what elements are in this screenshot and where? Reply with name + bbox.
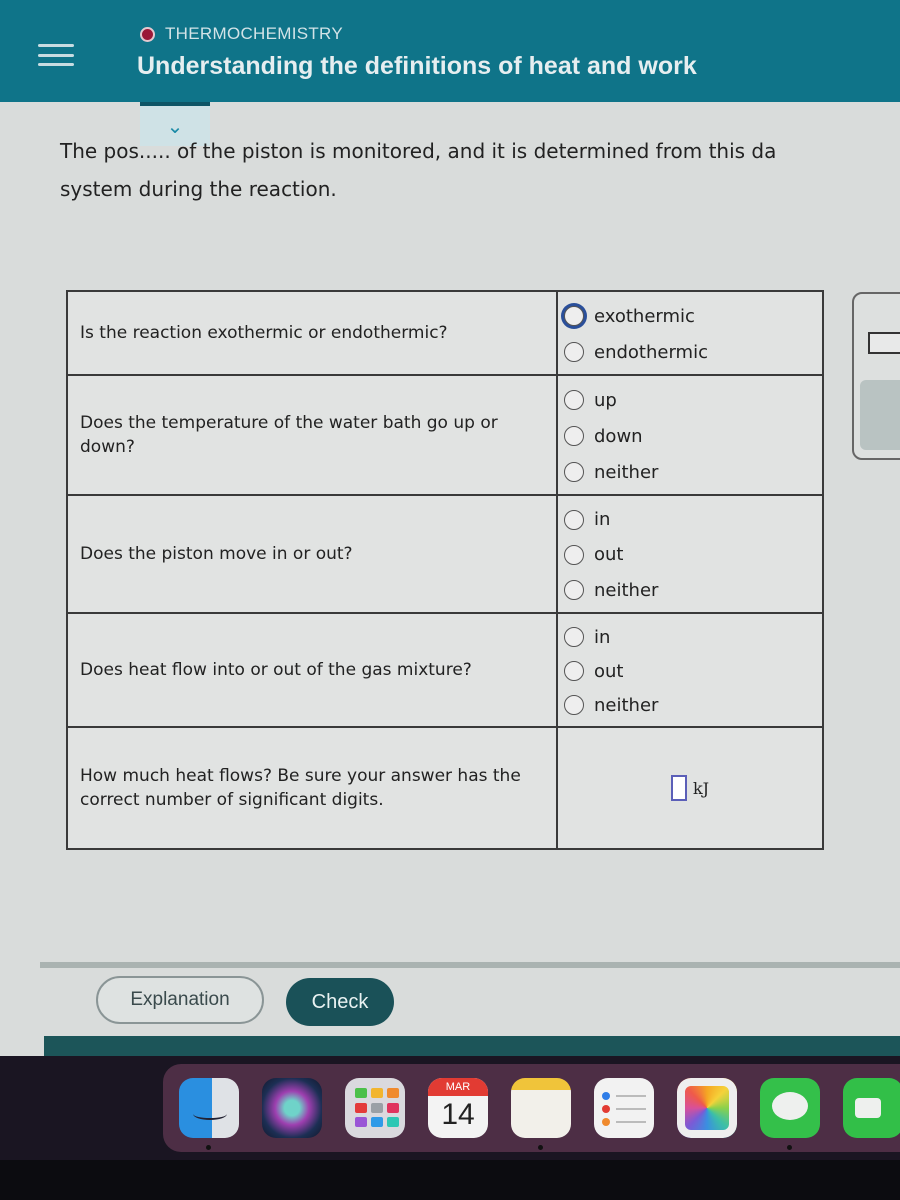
answer-options: up down neither xyxy=(558,376,822,494)
question-row: Does the piston move in or out? in out n… xyxy=(68,496,822,614)
finder-icon[interactable] xyxy=(179,1078,239,1138)
calendar-icon[interactable]: MAR 14 xyxy=(428,1078,488,1138)
question-row: Does the temperature of the water bath g… xyxy=(68,376,822,496)
radio-button[interactable] xyxy=(564,509,584,530)
template-box-icon[interactable] xyxy=(868,332,900,354)
option-out[interactable]: out xyxy=(564,537,822,572)
dock-item-finder[interactable] xyxy=(179,1078,239,1150)
option-label: exothermic xyxy=(594,305,695,327)
answer-options: exothermic endothermic xyxy=(558,292,822,374)
option-in[interactable]: in xyxy=(564,502,822,537)
option-neither[interactable]: neither xyxy=(564,573,822,608)
option-neither[interactable]: neither xyxy=(564,454,822,490)
option-label: up xyxy=(594,389,617,411)
footer-band xyxy=(44,1036,900,1056)
dock-item-notes[interactable] xyxy=(511,1078,571,1150)
option-label: neither xyxy=(594,694,659,716)
page-title: Understanding the definitions of heat an… xyxy=(137,52,697,80)
option-label: neither xyxy=(594,579,659,601)
question-prompt: Does the temperature of the water bath g… xyxy=(68,376,558,494)
footer-divider xyxy=(40,962,900,968)
radio-button[interactable] xyxy=(564,627,584,647)
option-in[interactable]: in xyxy=(564,620,822,654)
radio-button[interactable] xyxy=(564,306,584,326)
dock-item-facetime[interactable] xyxy=(843,1078,900,1138)
menu-line xyxy=(38,44,74,47)
option-neither[interactable]: neither xyxy=(564,688,822,722)
option-down[interactable]: down xyxy=(564,418,822,454)
menu-line xyxy=(38,53,74,57)
problem-statement: The pos..... of the piston is monitored,… xyxy=(60,132,900,208)
explanation-button[interactable]: Explanation xyxy=(96,976,264,1024)
radio-button[interactable] xyxy=(564,390,584,410)
question-row: Is the reaction exothermic or endothermi… xyxy=(68,292,822,376)
option-exothermic[interactable]: exothermic xyxy=(564,298,822,334)
section-status-dot-icon xyxy=(140,26,155,42)
dock-item-calendar[interactable]: MAR 14 xyxy=(428,1078,488,1138)
siri-icon[interactable] xyxy=(262,1078,322,1138)
dock-item-reminders[interactable] xyxy=(594,1078,654,1138)
option-up[interactable]: up xyxy=(564,382,822,418)
question-prompt: Does heat flow into or out of the gas mi… xyxy=(68,614,558,726)
facetime-icon[interactable] xyxy=(843,1078,900,1138)
reminders-icon[interactable] xyxy=(594,1078,654,1138)
problem-line-1: The pos..... of the piston is monitored,… xyxy=(60,139,777,163)
notes-icon[interactable] xyxy=(511,1078,571,1138)
question-row: How much heat flows? Be sure your answer… xyxy=(68,728,822,848)
radio-button[interactable] xyxy=(564,544,584,565)
option-label: down xyxy=(594,425,643,447)
radio-button[interactable] xyxy=(564,695,584,715)
dock-item-launchpad[interactable] xyxy=(345,1078,405,1138)
radio-button[interactable] xyxy=(564,462,584,482)
question-prompt: How much heat flows? Be sure your answer… xyxy=(68,728,558,848)
radio-button[interactable] xyxy=(564,426,584,446)
running-indicator xyxy=(206,1145,211,1150)
dock-item-messages[interactable] xyxy=(760,1078,820,1150)
calendar-month: MAR xyxy=(428,1078,488,1096)
dock: MAR 14 xyxy=(163,1064,900,1152)
option-label: in xyxy=(594,626,611,648)
running-indicator xyxy=(538,1145,543,1150)
problem-line-2: system during the reaction. xyxy=(60,177,337,201)
breadcrumb: THERMOCHEMISTRY xyxy=(140,24,343,44)
option-out[interactable]: out xyxy=(564,654,822,688)
heat-amount-input[interactable] xyxy=(670,775,687,801)
dock-item-siri[interactable] xyxy=(262,1078,322,1138)
question-table: Is the reaction exothermic or endothermi… xyxy=(66,290,824,850)
running-indicator xyxy=(787,1145,792,1150)
option-label: neither xyxy=(594,461,659,483)
option-label: out xyxy=(594,544,624,566)
menu-line xyxy=(38,63,74,66)
option-label: in xyxy=(594,509,611,531)
question-row: Does heat flow into or out of the gas mi… xyxy=(68,614,822,728)
question-prompt: Does the piston move in or out? xyxy=(68,496,558,612)
option-label: endothermic xyxy=(594,341,708,363)
option-endothermic[interactable]: endothermic xyxy=(564,334,822,370)
question-prompt: Is the reaction exothermic or endothermi… xyxy=(68,292,558,374)
section-name: THERMOCHEMISTRY xyxy=(165,24,343,43)
answer-options: in out neither xyxy=(558,614,822,726)
tool-button[interactable] xyxy=(860,380,900,450)
answer-options: in out neither xyxy=(558,496,822,612)
messages-icon[interactable] xyxy=(760,1078,820,1138)
dock-item-photos[interactable] xyxy=(677,1078,737,1138)
radio-button[interactable] xyxy=(564,342,584,362)
tools-panel xyxy=(852,292,900,460)
hamburger-menu-button[interactable] xyxy=(38,40,74,70)
option-label: out xyxy=(594,660,624,682)
check-button[interactable]: Check xyxy=(286,978,394,1026)
header-bar: THERMOCHEMISTRY Understanding the defini… xyxy=(0,0,900,102)
radio-button[interactable] xyxy=(564,580,584,601)
numeric-answer: kJ xyxy=(558,728,822,848)
calendar-day: 14 xyxy=(441,1098,475,1131)
unit-label: kJ xyxy=(692,778,710,798)
radio-button[interactable] xyxy=(564,661,584,681)
photos-icon[interactable] xyxy=(677,1078,737,1138)
launchpad-icon[interactable] xyxy=(345,1078,405,1138)
browser-page: THERMOCHEMISTRY Understanding the defini… xyxy=(0,0,900,1160)
